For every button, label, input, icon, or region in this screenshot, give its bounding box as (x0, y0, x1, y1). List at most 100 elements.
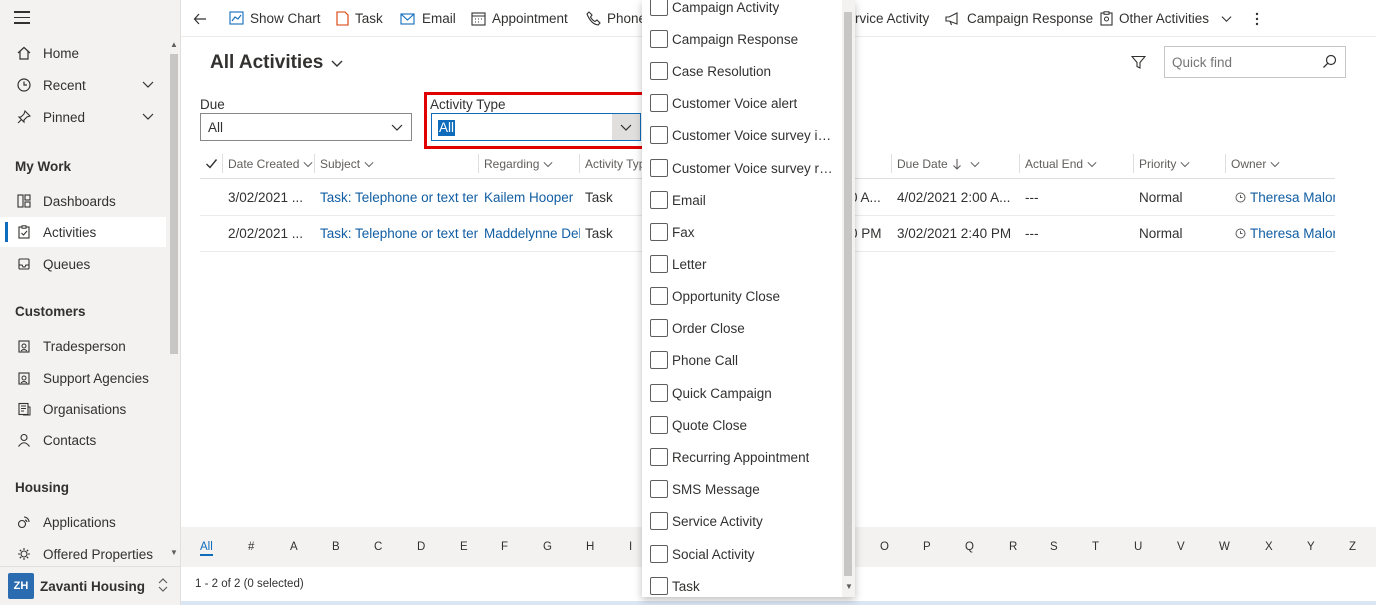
checkbox[interactable] (650, 416, 668, 434)
alpha-filter-y[interactable]: Y (1307, 541, 1315, 553)
option-phone-call[interactable]: Phone Call (650, 349, 838, 371)
search-icon[interactable] (1322, 54, 1337, 72)
column-header-owner[interactable]: Owner (1225, 148, 1280, 179)
checkbox[interactable] (650, 512, 668, 530)
option-social-activity[interactable]: Social Activity (650, 543, 838, 565)
alpha-filter-z[interactable]: Z (1349, 541, 1356, 553)
cell-owner-link[interactable]: Theresa Malone (1235, 180, 1335, 215)
sidebar-item-pinned[interactable]: Pinned (0, 102, 166, 132)
option-service-activity[interactable]: Service Activity (650, 510, 838, 532)
filter-icon[interactable] (1130, 55, 1147, 73)
checkbox[interactable] (650, 545, 668, 563)
column-header-date-created[interactable]: Date Created (222, 148, 313, 179)
select-all-checkmark-icon[interactable] (205, 148, 218, 179)
alpha-filter-q[interactable]: Q (965, 541, 974, 553)
chevron-down-icon[interactable] (142, 78, 154, 90)
option-fax[interactable]: Fax (650, 221, 838, 243)
option-customer-voice-survey-invite[interactable]: Customer Voice survey invite (650, 124, 838, 146)
option-task[interactable]: Task (650, 575, 838, 597)
alpha-filter-b[interactable]: B (332, 541, 340, 553)
checkbox[interactable] (650, 191, 668, 209)
new-task-button[interactable]: Task (336, 0, 383, 37)
checkbox[interactable] (650, 0, 668, 16)
cell-regarding-link[interactable]: Maddelynne Deb (484, 216, 580, 251)
chevron-down-icon[interactable] (142, 110, 154, 122)
hamburger-menu-icon[interactable] (14, 11, 30, 25)
sidebar-item-contacts[interactable]: Contacts (0, 425, 166, 455)
sidebar-scrollbar[interactable]: ▲ ▼ (168, 40, 178, 560)
view-selector[interactable]: All Activities (210, 52, 343, 74)
sidebar-item-queues[interactable]: Queues (0, 249, 166, 279)
cell-subject-link[interactable]: Task: Telephone or text tenar (320, 216, 478, 251)
cell-regarding-link[interactable]: Kailem Hooper (484, 180, 580, 215)
show-chart-button[interactable]: Show Chart (229, 0, 321, 37)
column-header-actual-end[interactable]: Actual End (1019, 148, 1097, 179)
column-header-subject[interactable]: Subject (314, 148, 374, 179)
due-filter-select[interactable]: All (200, 113, 412, 141)
alpha-filter-d[interactable]: D (417, 541, 425, 553)
alpha-filter-u[interactable]: U (1134, 541, 1142, 553)
new-phone-button[interactable]: Phone (586, 0, 646, 37)
option-order-close[interactable]: Order Close (650, 317, 838, 339)
option-customer-voice-survey-response[interactable]: Customer Voice survey res... (650, 157, 838, 179)
checkbox[interactable] (650, 577, 668, 595)
alpha-filter-v[interactable]: V (1177, 541, 1185, 553)
checkbox[interactable] (650, 159, 668, 177)
sidebar-item-tradesperson[interactable]: Tradesperson (0, 331, 166, 361)
option-email[interactable]: Email (650, 189, 838, 211)
option-customer-voice-alert[interactable]: Customer Voice alert (650, 92, 838, 114)
alpha-filter-e[interactable]: E (460, 541, 468, 553)
checkbox[interactable] (650, 255, 668, 273)
alpha-filter-h[interactable]: H (586, 541, 594, 553)
checkbox[interactable] (650, 448, 668, 466)
new-email-button[interactable]: Email (400, 0, 456, 37)
alpha-filter-hash[interactable]: # (248, 541, 254, 553)
checkbox[interactable] (650, 62, 668, 80)
checkbox[interactable] (650, 94, 668, 112)
checkbox[interactable] (650, 351, 668, 369)
sidebar-item-dashboards[interactable]: Dashboards (0, 186, 166, 216)
swap-arrows-icon[interactable] (157, 577, 169, 596)
alpha-filter-r[interactable]: R (1009, 541, 1017, 553)
checkbox[interactable] (650, 223, 668, 241)
option-quick-campaign[interactable]: Quick Campaign (650, 382, 838, 404)
checkbox[interactable] (650, 319, 668, 337)
sidebar-item-offered-properties[interactable]: Offered Properties (0, 539, 166, 569)
back-button[interactable] (193, 0, 207, 37)
alpha-filter-w[interactable]: W (1219, 541, 1230, 553)
scroll-down-arrow-icon[interactable]: ▼ (170, 548, 178, 557)
new-campaign-response-button[interactable]: Campaign Response (945, 0, 1093, 37)
checkbox[interactable] (650, 126, 668, 144)
option-campaign-response[interactable]: Campaign Response (650, 28, 838, 50)
more-commands-button[interactable] (1255, 0, 1259, 37)
cell-subject-link[interactable]: Task: Telephone or text tenar (320, 180, 478, 215)
scroll-up-arrow-icon[interactable]: ▲ (170, 40, 178, 49)
alpha-filter-t[interactable]: T (1092, 541, 1099, 553)
sidebar-item-organisations[interactable]: Organisations (0, 394, 166, 424)
scrollbar-thumb[interactable] (170, 54, 178, 354)
option-opportunity-close[interactable]: Opportunity Close (650, 285, 838, 307)
option-recurring-appointment[interactable]: Recurring Appointment (650, 446, 838, 468)
other-activities-button[interactable]: Other Activities (1100, 0, 1232, 37)
checkbox[interactable] (650, 384, 668, 402)
cell-owner-link[interactable]: Theresa Malone (1235, 216, 1335, 251)
option-quote-close[interactable]: Quote Close (650, 414, 838, 436)
option-letter[interactable]: Letter (650, 253, 838, 275)
scrollbar-thumb[interactable] (844, 12, 852, 576)
sidebar-item-recent[interactable]: Recent (0, 70, 166, 100)
option-case-resolution[interactable]: Case Resolution (650, 60, 838, 82)
scroll-down-arrow-icon[interactable]: ▼ (845, 582, 853, 591)
option-campaign-activity[interactable]: Campaign Activity (650, 0, 838, 18)
sidebar-item-activities[interactable]: Activities (0, 217, 166, 247)
alpha-filter-s[interactable]: S (1050, 541, 1058, 553)
new-service-activity-button[interactable]: rvice Activity (855, 0, 929, 37)
checkbox[interactable] (650, 287, 668, 305)
quick-find-input[interactable] (1165, 47, 1310, 77)
sidebar-item-home[interactable]: Home (0, 38, 166, 68)
sidebar-item-applications[interactable]: Applications (0, 507, 166, 537)
alpha-filter-g[interactable]: G (543, 541, 552, 553)
alpha-filter-o[interactable]: O (880, 541, 889, 553)
dropdown-scrollbar[interactable]: ▼ (842, 0, 855, 597)
alpha-filter-x[interactable]: X (1265, 541, 1273, 553)
alpha-filter-all[interactable]: All (200, 541, 213, 556)
